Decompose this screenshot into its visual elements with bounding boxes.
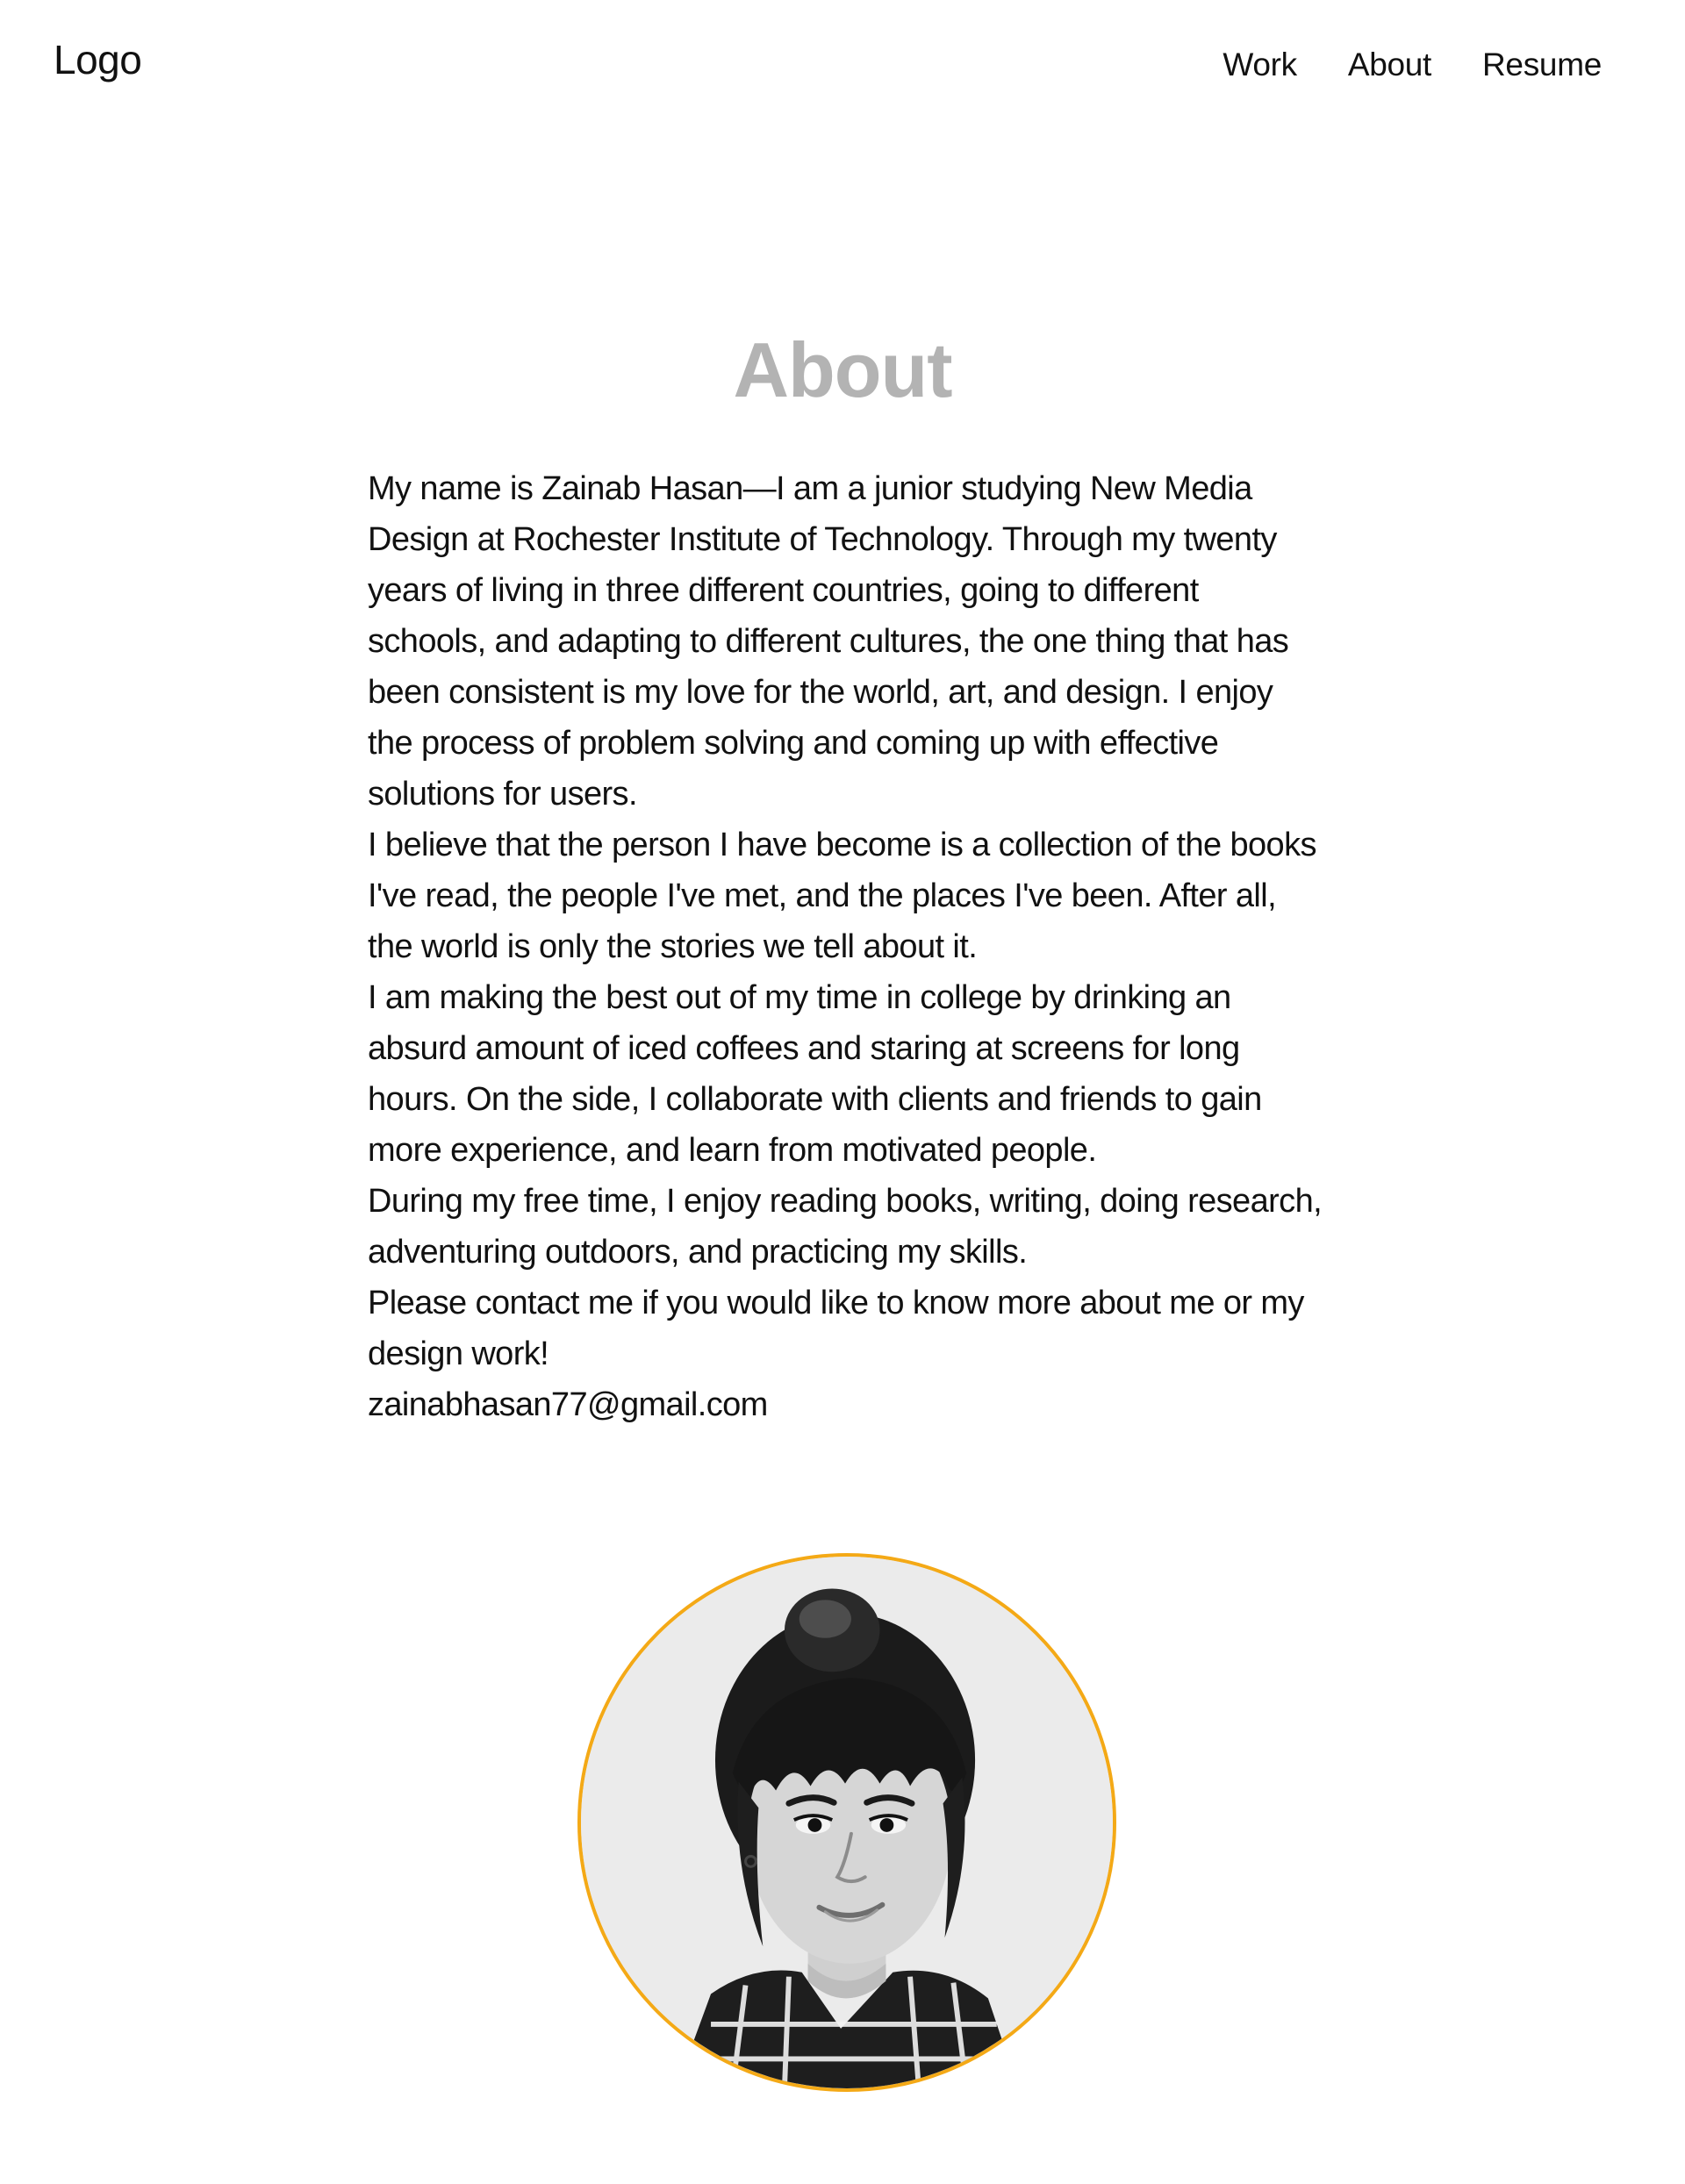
bio-paragraph-hobbies: During my free time, I enjoy reading boo…	[368, 1183, 1323, 1271]
nav-item-resume[interactable]: Resume	[1482, 47, 1602, 83]
bio-paragraph-identity: I believe that the person I have become …	[368, 827, 1316, 965]
nav-item-about[interactable]: About	[1348, 47, 1432, 83]
nav-item-work[interactable]: Work	[1223, 47, 1297, 83]
bio-text: My name is Zainab Hasan—I am a junior st…	[368, 463, 1324, 1430]
bio-paragraph-contact: Please contact me if you would like to k…	[368, 1285, 1304, 1372]
logo[interactable]: Logo	[54, 33, 142, 86]
portrait-photo	[577, 1553, 1116, 2092]
page-title: About	[733, 326, 952, 413]
email-link[interactable]: zainabhasan77@gmail.com	[368, 1379, 768, 1430]
main-nav: Work About Resume	[1223, 40, 1602, 90]
portrait-illustration	[581, 1557, 1113, 2088]
bio-paragraph-college: I am making the best out of my time in c…	[368, 979, 1262, 1169]
bio-paragraph-intro: My name is Zainab Hasan—I am a junior st…	[368, 470, 1289, 813]
